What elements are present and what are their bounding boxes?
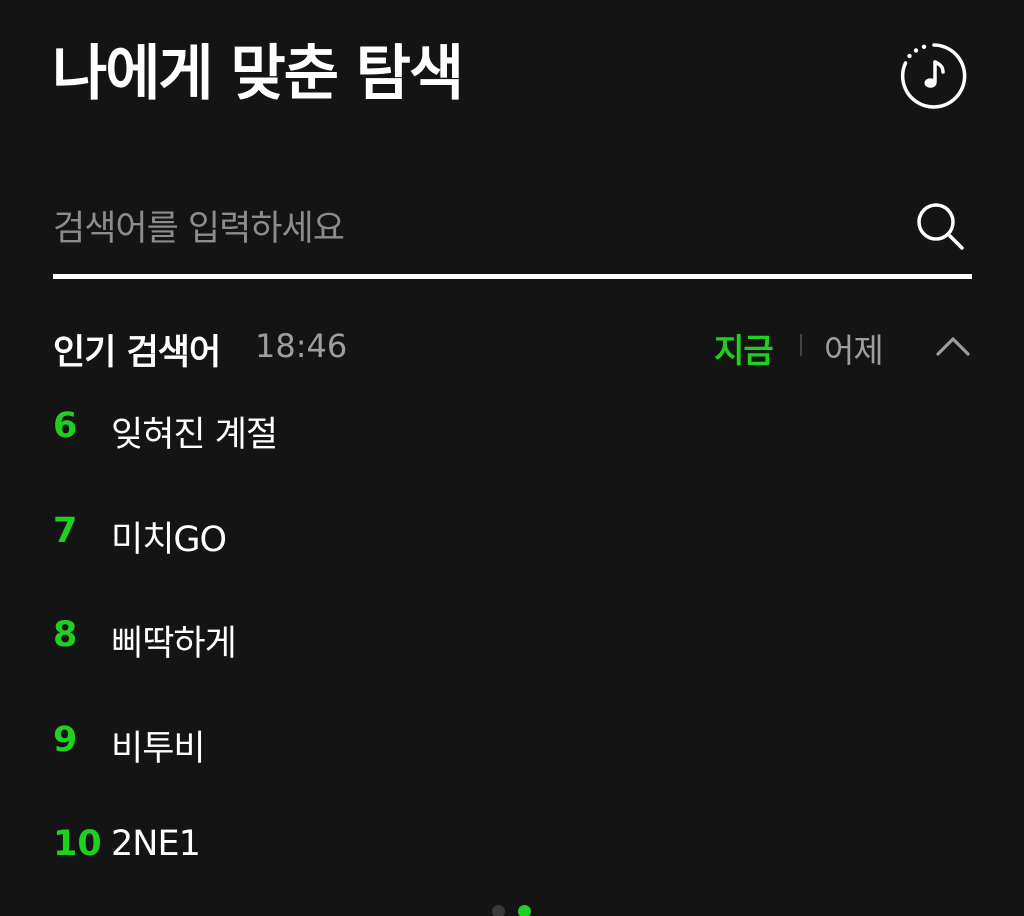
list-item[interactable]: 10 2NE1 — [53, 818, 972, 916]
rank-number: 10 — [53, 824, 102, 864]
list-item[interactable]: 7 미치GO — [53, 505, 972, 610]
search-icon — [917, 203, 964, 250]
search-button[interactable] — [914, 200, 966, 252]
rank-number: 9 — [53, 719, 78, 760]
list-item[interactable]: 8 삐딱하게 — [53, 609, 972, 714]
rank-keyword: 삐딱하게 — [111, 624, 237, 664]
rank-number: 8 — [53, 615, 78, 655]
popular-search-header: 인기 검색어 18:46 지금 어제 — [53, 318, 973, 373]
search-bar — [53, 190, 972, 280]
rank-keyword: 미치GO — [111, 519, 227, 560]
collapse-button[interactable] — [933, 326, 973, 366]
popular-search-list: 6 잊혀진 계절 7 미치GO 8 삐딱하게 9 비투비 10 2NE1 — [53, 400, 972, 916]
page-title: 나에게 맞춘 탐색 — [52, 39, 464, 109]
list-item[interactable]: 9 비투비 — [53, 714, 972, 819]
list-item[interactable]: 6 잊혀진 계절 — [53, 400, 972, 505]
chevron-up-icon — [936, 337, 970, 356]
rank-keyword: 2NE1 — [111, 824, 201, 864]
rank-keyword: 잊혀진 계절 — [111, 415, 278, 455]
tab-divider — [800, 334, 802, 356]
rank-keyword: 비투비 — [111, 728, 206, 769]
section-title: 인기 검색어 — [53, 333, 221, 373]
search-input[interactable] — [53, 198, 893, 260]
music-recognition-button[interactable] — [900, 42, 968, 110]
explore-screen: 나에게 맞춘 탐색 인기 검색어 18:46 지금 어제 — [0, 0, 1024, 916]
update-time: 18:46 — [255, 327, 348, 365]
tab-now[interactable]: 지금 — [714, 324, 774, 372]
rank-number: 6 — [53, 406, 78, 446]
page-dot-1[interactable] — [492, 905, 505, 916]
search-underline — [53, 274, 972, 279]
tab-yesterday[interactable]: 어제 — [824, 324, 884, 372]
music-note-circle-icon — [900, 43, 967, 109]
rank-number: 7 — [53, 510, 78, 551]
page-indicator — [492, 905, 532, 916]
page-dot-2[interactable] — [518, 905, 531, 916]
